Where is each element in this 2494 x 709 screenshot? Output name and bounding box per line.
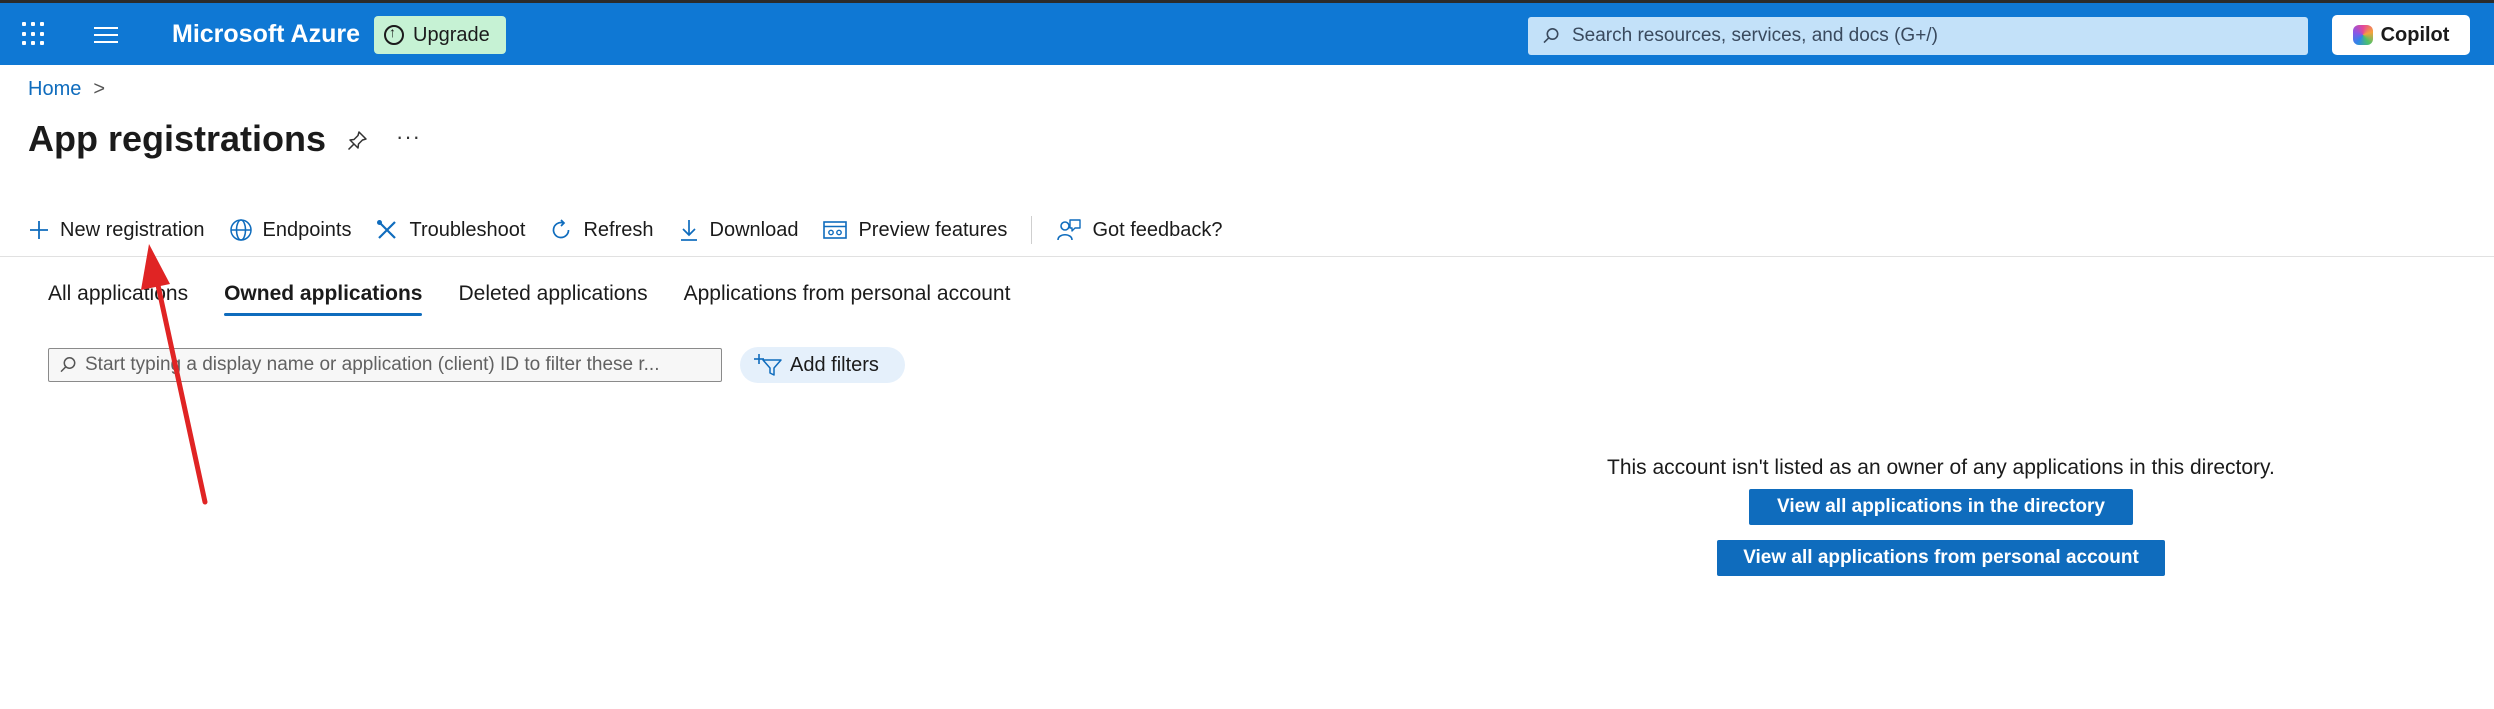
command-bar-divider xyxy=(0,256,2494,257)
portal-menu-icon[interactable] xyxy=(94,27,118,45)
troubleshoot-label: Troubleshoot xyxy=(409,218,526,241)
upgrade-button[interactable]: Upgrade xyxy=(374,16,506,54)
command-bar: New registration Endpoints Troubleshoot … xyxy=(28,214,1247,246)
more-options-button[interactable]: ··· xyxy=(396,124,421,150)
add-filters-button[interactable]: Add filters xyxy=(740,347,905,383)
filter-placeholder: Start typing a display name or applicati… xyxy=(85,354,660,375)
refresh-button[interactable]: Refresh xyxy=(549,218,654,242)
breadcrumb-home-link[interactable]: Home xyxy=(28,78,81,101)
download-button[interactable]: Download xyxy=(678,218,799,242)
feedback-button[interactable]: Got feedback? xyxy=(1056,217,1223,243)
global-search-input[interactable]: Search resources, services, and docs (G+… xyxy=(1528,17,2308,55)
breadcrumb-chevron-icon: > xyxy=(93,78,106,100)
tab-owned-applications[interactable]: Owned applications xyxy=(224,282,423,316)
plus-icon xyxy=(30,221,48,239)
download-icon xyxy=(680,220,697,241)
add-filters-label: Add filters xyxy=(790,353,879,376)
wrench-icon xyxy=(377,220,397,239)
breadcrumb: Home > xyxy=(28,78,105,101)
search-icon xyxy=(1542,27,1560,45)
view-directory-applications-button[interactable]: View all applications in the directory xyxy=(1749,489,2133,525)
feedback-label: Got feedback? xyxy=(1092,218,1223,241)
upgrade-label: Upgrade xyxy=(413,23,490,46)
application-filter-input[interactable]: Start typing a display name or applicati… xyxy=(48,348,722,382)
filter-search-icon xyxy=(59,356,77,374)
copilot-logo-icon xyxy=(2352,25,2373,45)
globe-icon xyxy=(229,219,252,241)
tab-all-applications[interactable]: All applications xyxy=(48,282,188,316)
refresh-label: Refresh xyxy=(583,218,654,241)
endpoints-label: Endpoints xyxy=(262,218,352,241)
top-navigation-bar: Microsoft Azure Upgrade Search resources… xyxy=(0,3,2494,65)
page-title: App registrations xyxy=(28,118,327,159)
add-filter-icon xyxy=(754,354,782,376)
command-separator xyxy=(1031,216,1033,244)
view-personal-applications-button[interactable]: View all applications from personal acco… xyxy=(1717,540,2165,576)
preview-features-label: Preview features xyxy=(858,218,1008,241)
global-search-placeholder: Search resources, services, and docs (G+… xyxy=(1572,25,1938,46)
app-launcher-icon[interactable] xyxy=(22,22,46,46)
troubleshoot-button[interactable]: Troubleshoot xyxy=(375,218,525,242)
upgrade-arrow-icon xyxy=(384,24,404,45)
copilot-button[interactable]: Copilot xyxy=(2332,15,2470,55)
preview-features-button[interactable]: Preview features xyxy=(822,219,1007,242)
tab-personal-account-applications[interactable]: Applications from personal account xyxy=(684,282,1011,316)
preview-features-icon xyxy=(823,221,848,239)
feedback-icon xyxy=(1057,219,1082,241)
application-tabs: All applications Owned applications Dele… xyxy=(48,282,1046,316)
download-label: Download xyxy=(709,218,799,241)
copilot-label: Copilot xyxy=(2380,23,2450,46)
pin-icon[interactable] xyxy=(346,130,368,157)
endpoints-button[interactable]: Endpoints xyxy=(229,218,352,242)
new-registration-button[interactable]: New registration xyxy=(28,219,205,242)
tab-deleted-applications[interactable]: Deleted applications xyxy=(458,282,647,316)
empty-state-message: This account isn't listed as an owner of… xyxy=(1607,456,2275,479)
portal-brand[interactable]: Microsoft Azure xyxy=(172,20,360,49)
refresh-icon xyxy=(553,219,570,239)
new-registration-label: New registration xyxy=(60,218,205,241)
